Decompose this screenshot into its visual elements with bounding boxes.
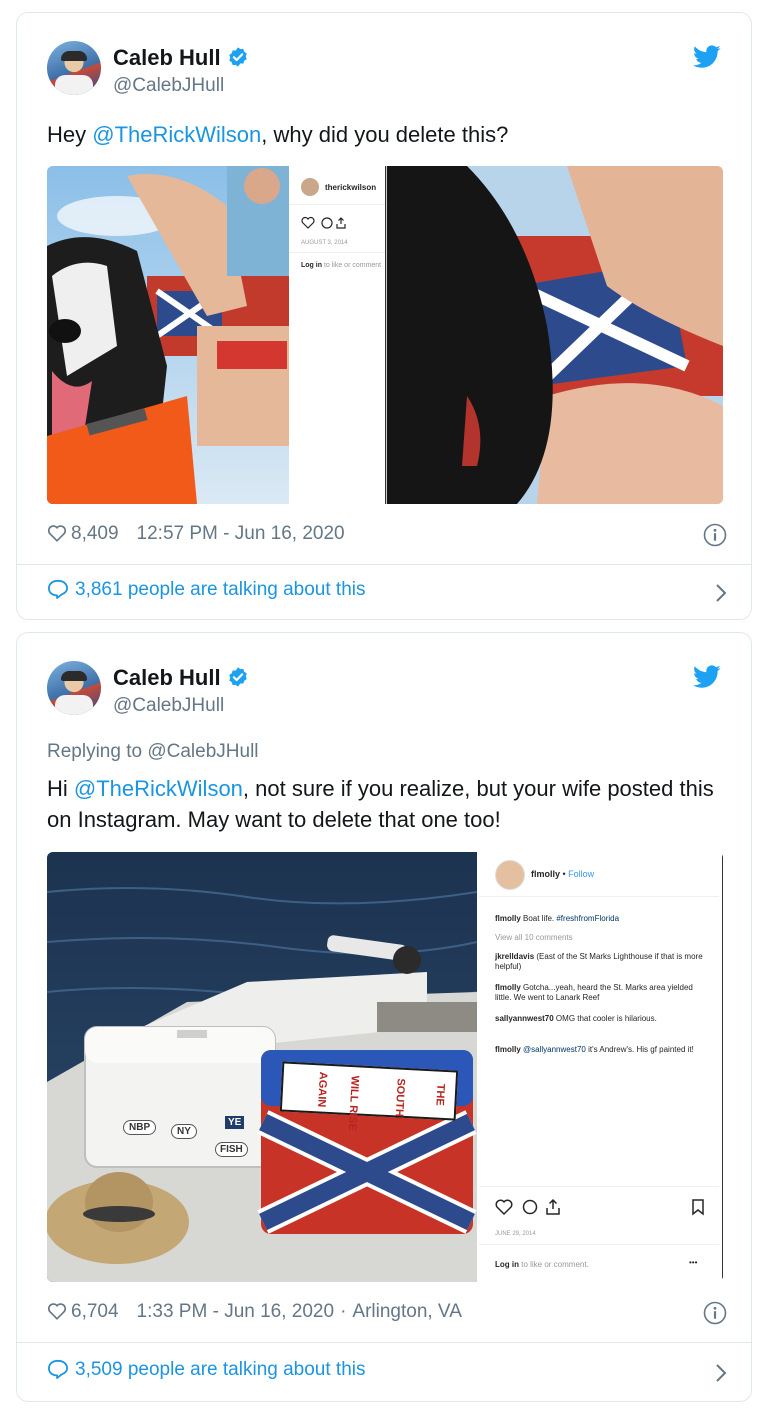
replying-prefix: Replying to xyxy=(47,741,148,762)
tweet-timestamp[interactable]: 12:57 PM - Jun 16, 2020 xyxy=(137,523,345,544)
tweet-media-image[interactable]: therickwilson AUGUST 3, 2014 Log in to l… xyxy=(47,166,723,504)
mention-link[interactable]: @TheRickWilson xyxy=(92,122,261,147)
ig-username[interactable]: therickwilson xyxy=(325,182,376,193)
author-name-text: Caleb Hull xyxy=(113,665,221,690)
ig-login-rest: to like or comment. xyxy=(519,1260,589,1269)
tweet-text-prefix: Hi xyxy=(47,776,74,801)
ig-comment: flmolly @sallyannwest70 it's Andrew's. H… xyxy=(495,1045,707,1055)
ig-caption: flmolly Boat life. #freshfromFlorida xyxy=(495,913,705,924)
ig-comment: sallyannwest70 OMG that cooler is hilari… xyxy=(495,1014,700,1024)
tweet-meta-row: 8,409 12:57 PM - Jun 16, 2020 xyxy=(47,523,727,549)
author-avatar[interactable] xyxy=(47,661,101,715)
tweet-text: Hey @TheRickWilson, why did you delete t… xyxy=(47,119,727,150)
author-handle[interactable]: @CalebJHull xyxy=(113,75,224,97)
info-icon[interactable] xyxy=(703,523,727,547)
author-avatar[interactable] xyxy=(47,41,101,95)
ig-comment-user[interactable]: sallyannwest70 xyxy=(495,1014,554,1023)
author-handle[interactable]: @CalebJHull xyxy=(113,695,224,717)
verified-badge-icon xyxy=(228,667,247,687)
cooler-sign: AGAIN WILL RISE SOUTH THE xyxy=(279,1061,459,1131)
cooler-sticker-ny: NY xyxy=(171,1124,197,1139)
ig-login-prompt: Log in to like or comment xyxy=(301,260,381,271)
ig-login-link[interactable]: Log in xyxy=(495,1260,519,1269)
ig-date: AUGUST 3, 2014 xyxy=(301,240,348,246)
cooler-text-1: THE xyxy=(433,1083,447,1107)
ig-comment-user[interactable]: flmolly xyxy=(495,1045,521,1054)
tweet-location[interactable]: Arlington, VA xyxy=(352,1301,461,1322)
twitter-bird-icon[interactable] xyxy=(693,45,721,69)
separator-dot: · xyxy=(340,1301,347,1322)
tweet-text-prefix: Hey xyxy=(47,122,93,147)
conversation-count[interactable]: 3,861 people are talking about this xyxy=(75,579,366,600)
author-name[interactable]: Caleb Hull xyxy=(113,665,249,691)
divider xyxy=(17,564,751,565)
tweet-card-1[interactable]: Caleb Hull @CalebJHull Hey @TheRickWilso… xyxy=(16,12,752,620)
ig-login-rest: to like or comment xyxy=(322,262,382,269)
instagram-panel: therickwilson AUGUST 3, 2014 Log in to l… xyxy=(289,166,385,504)
ig-comment-user[interactable]: jkrelldavis xyxy=(495,952,534,961)
like-count[interactable]: 8,409 xyxy=(71,523,119,544)
ig-avatar xyxy=(495,860,525,890)
like-count[interactable]: 6,704 xyxy=(71,1301,119,1322)
tweet-text-suffix: , why did you delete this? xyxy=(261,122,509,147)
author-name-text: Caleb Hull xyxy=(113,45,221,70)
ig-comment-text: Gotcha...yeah, heard the St. Marks area … xyxy=(495,983,693,1002)
ig-view-all[interactable]: View all 10 comments xyxy=(495,932,573,943)
ig-hashtag[interactable]: #freshfromFlorida xyxy=(556,914,619,923)
cooler-sticker-nbp: NBP xyxy=(123,1120,157,1135)
tweet-timestamp[interactable]: 1:33 PM - Jun 16, 2020 xyxy=(137,1301,335,1322)
dog-on-boat-photo xyxy=(47,166,723,504)
heart-icon[interactable] xyxy=(47,524,67,542)
author-name[interactable]: Caleb Hull xyxy=(113,45,249,71)
divider xyxy=(17,1342,751,1343)
ig-header: flmolly • Follow xyxy=(531,869,595,879)
conversation-link[interactable]: 3,509 people are talking about this xyxy=(47,1359,727,1387)
tweet-meta-row: 6,704 1:33 PM - Jun 16, 2020 · Arlington, V… xyxy=(47,1301,727,1327)
ig-more-icon[interactable]: ••• xyxy=(689,1257,697,1268)
cooler-text-3: WILL RISE xyxy=(345,1075,361,1132)
ig-action-icons[interactable] xyxy=(301,216,357,230)
replying-handle-link[interactable]: @CalebJHull xyxy=(147,741,258,762)
ig-username[interactable]: flmolly xyxy=(531,869,560,879)
ig-comment: flmolly Gotcha...yeah, heard the St. Mar… xyxy=(495,983,707,1003)
ig-date: JUNE 29, 2014 xyxy=(495,1231,536,1237)
ig-comment-mention[interactable]: @sallyannwest70 xyxy=(523,1045,586,1054)
conversation-count[interactable]: 3,509 people are talking about this xyxy=(75,1359,366,1380)
ig-login-prompt: Log in to like or comment. xyxy=(495,1259,589,1270)
ig-follow-link[interactable]: Follow xyxy=(568,869,594,879)
replying-to-line: Replying to @CalebJHull xyxy=(47,741,259,763)
chevron-right-icon[interactable] xyxy=(715,583,727,603)
cooler-text-4: AGAIN xyxy=(315,1071,329,1108)
ig-caption-text: Boat life. xyxy=(520,914,557,923)
tweet-media-image[interactable]: AGAIN WILL RISE SOUTH THE NBP NY YE FISH… xyxy=(47,852,723,1282)
ig-avatar xyxy=(301,178,319,196)
speech-bubble-icon xyxy=(48,1359,68,1379)
instagram-panel: flmolly • Follow flmolly Boat life. #fre… xyxy=(479,852,719,1282)
heart-icon[interactable] xyxy=(47,1302,67,1320)
ig-action-icons[interactable] xyxy=(495,1198,575,1216)
ig-comment-user[interactable]: flmolly xyxy=(495,983,521,992)
ig-caption-user[interactable]: flmolly xyxy=(495,914,521,923)
chevron-right-icon[interactable] xyxy=(715,1363,727,1383)
info-icon[interactable] xyxy=(703,1301,727,1325)
mention-link[interactable]: @TheRickWilson xyxy=(74,776,243,801)
bookmark-icon[interactable] xyxy=(691,1198,705,1216)
twitter-bird-icon[interactable] xyxy=(693,665,721,689)
tweet-card-2[interactable]: Caleb Hull @CalebJHull Replying to @Cale… xyxy=(16,632,752,1402)
ig-login-link[interactable]: Log in xyxy=(301,262,322,269)
ig-comment-text: OMG that cooler is hilarious. xyxy=(553,1014,657,1023)
conversation-link[interactable]: 3,861 people are talking about this xyxy=(47,579,727,607)
cooler-text-2: SOUTH xyxy=(392,1078,407,1118)
verified-badge-icon xyxy=(228,47,247,67)
cooler-sticker-fish: FISH xyxy=(215,1142,248,1157)
speech-bubble-icon xyxy=(48,579,68,599)
cooler-sticker-ye: YE xyxy=(225,1116,245,1129)
ig-comment: jkrelldavis (East of the St Marks Lighth… xyxy=(495,952,707,972)
tweet-text: Hi @TheRickWilson, not sure if you reali… xyxy=(47,773,727,835)
ig-comment-text: it's Andrew's. His gf painted it! xyxy=(585,1045,694,1054)
